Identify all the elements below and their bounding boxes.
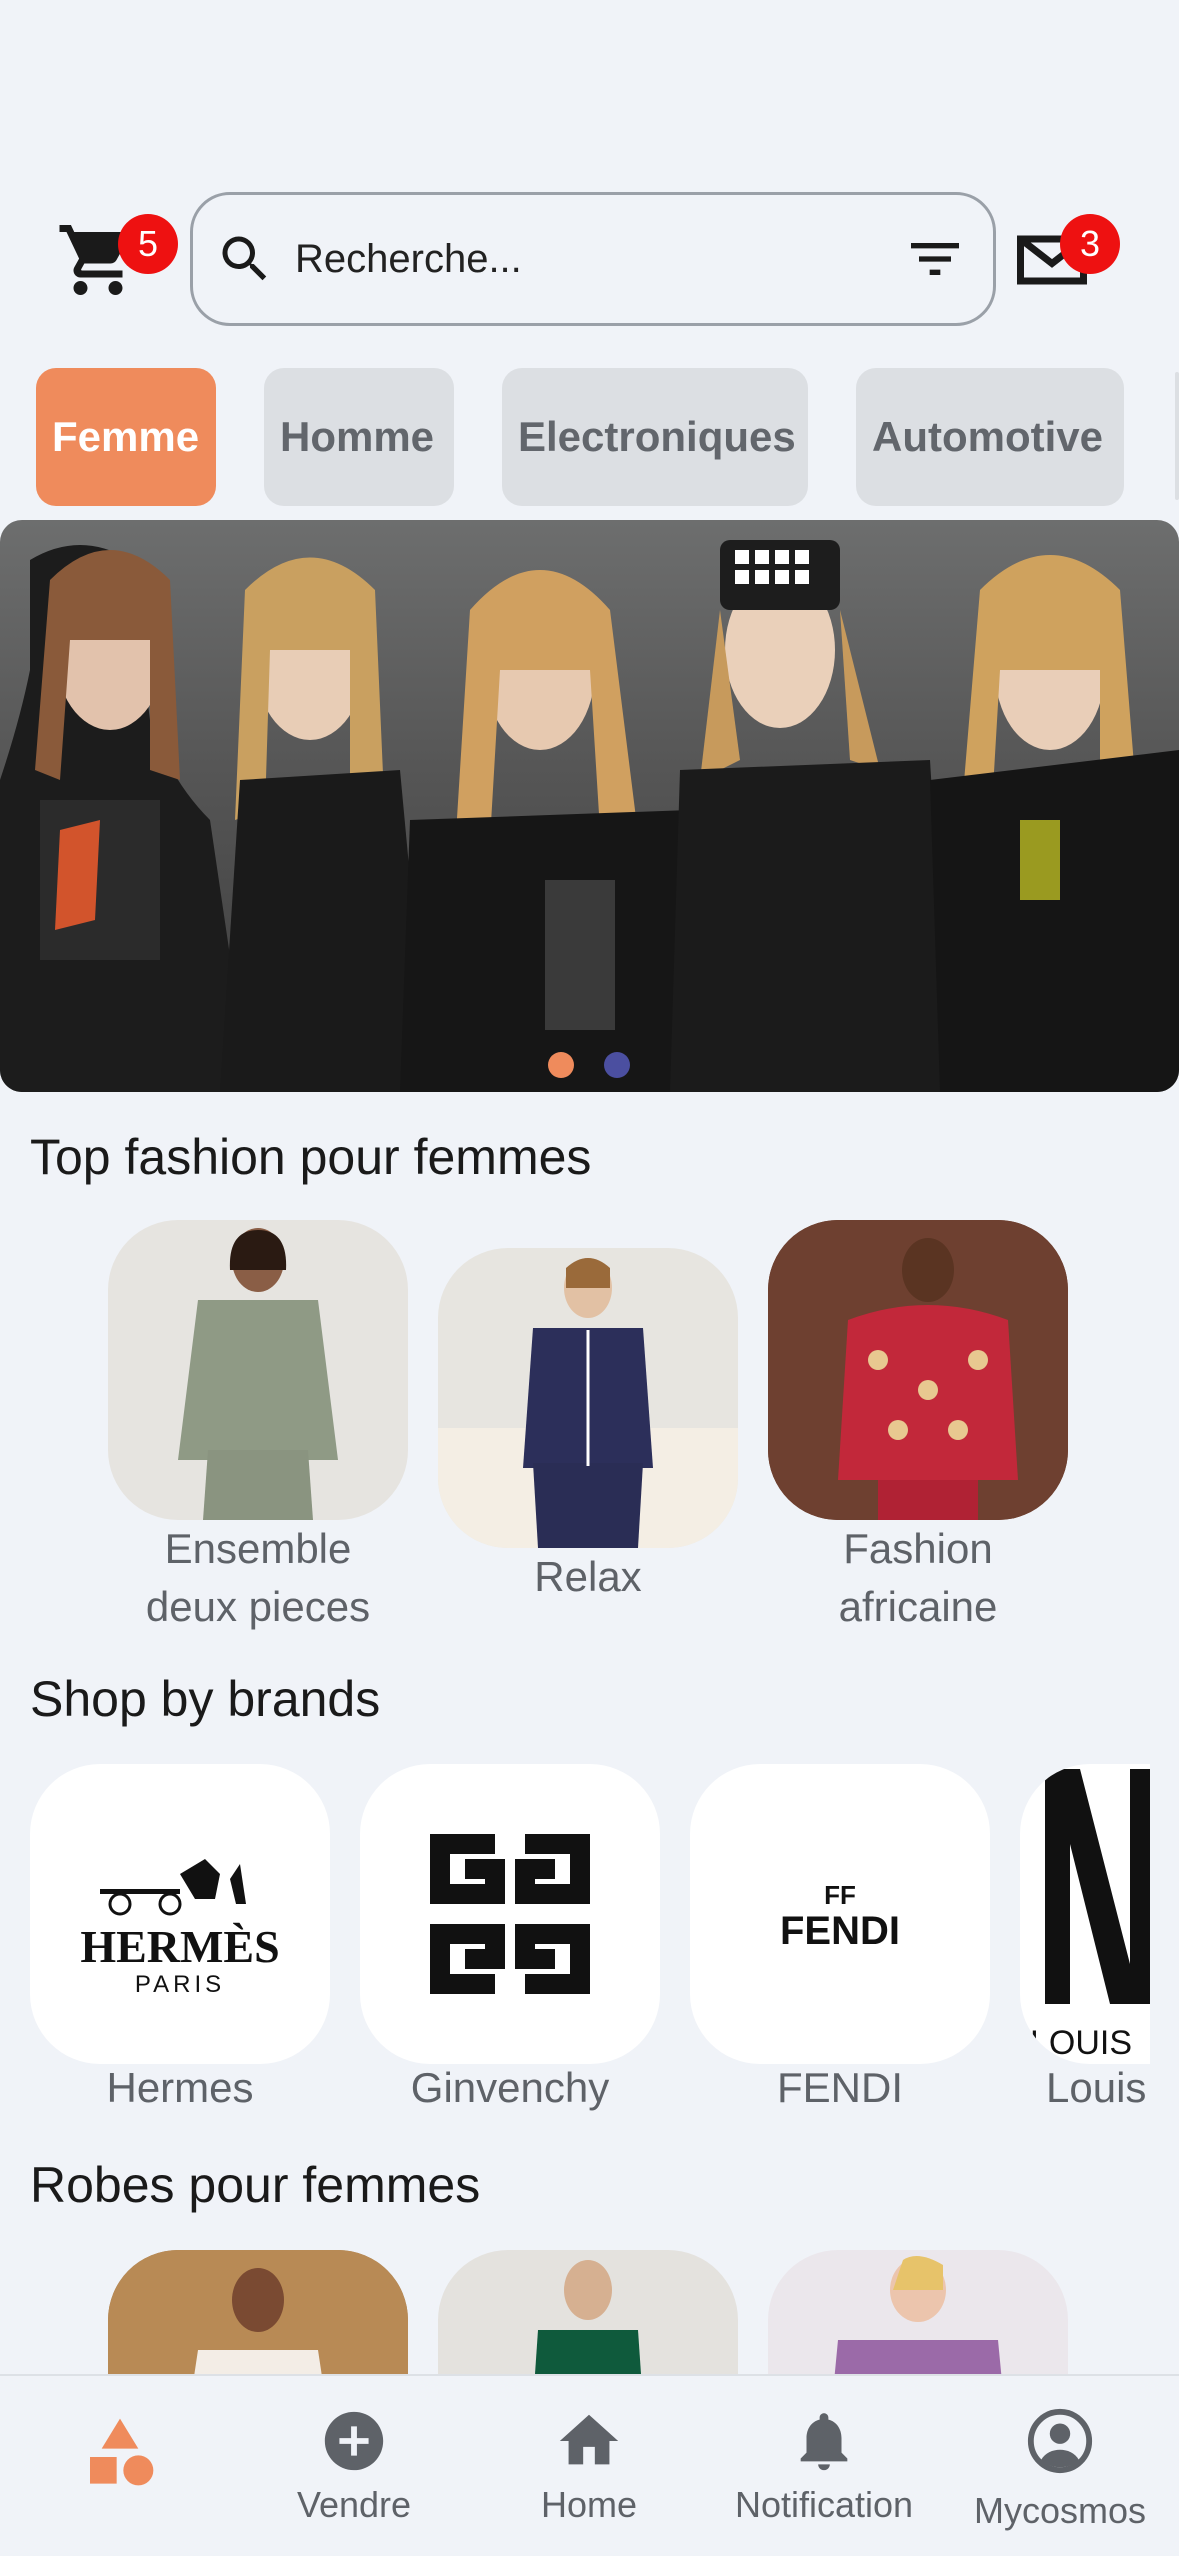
- hermes-logo-subtext: PARIS: [135, 1971, 225, 1998]
- category-tab-femme[interactable]: Femme: [36, 368, 216, 506]
- fashion-tile-africaine[interactable]: [768, 1220, 1068, 1520]
- givenchy-logo: [430, 1834, 590, 1994]
- carousel-dot-active[interactable]: [548, 1052, 574, 1078]
- bell-icon: [800, 2413, 848, 2471]
- category-tab-overflow: [1175, 372, 1179, 500]
- hermes-logo: HERMÈS PARIS: [80, 1859, 280, 1998]
- fendi-logo-mark: FF: [824, 1880, 856, 1910]
- brand-label: Hermes: [106, 2064, 254, 2111]
- nav-label: Home: [540, 2484, 638, 2525]
- fashion-tile-label: Ensemble deux pieces: [108, 1520, 408, 1636]
- hermes-logo-text: HERMÈS: [80, 1921, 279, 1972]
- messages-count-badge: 3: [1060, 214, 1120, 274]
- fashion-tile-relax[interactable]: [438, 1248, 738, 1548]
- account-circle-icon: [1027, 2408, 1093, 2474]
- cart-button[interactable]: 5: [56, 214, 178, 302]
- nav-categories[interactable]: [10, 2412, 230, 2492]
- section-title-dresses: Robes pour femmes: [30, 2157, 481, 2213]
- brand-tile-louis[interactable]: LOUIS: [1020, 1764, 1150, 2064]
- louis-logo: LOUIS: [1030, 1769, 1150, 2062]
- nav-label: Vendre: [296, 2484, 412, 2525]
- label-line: Fashion: [843, 1525, 993, 1572]
- shapes-icon: [90, 2418, 154, 2486]
- section-title-top-fashion: Top fashion pour femmes: [30, 1129, 592, 1185]
- brand-tile-hermes[interactable]: HERMÈS PARIS: [30, 1764, 330, 2064]
- category-tabs: Femme Homme Electroniques Automotive: [36, 368, 1124, 506]
- brand-label: Ginvenchy: [410, 2064, 610, 2111]
- search-input[interactable]: [295, 236, 903, 282]
- nav-notification[interactable]: Notification: [714, 2406, 934, 2526]
- nav-label: Mycosmos: [973, 2490, 1147, 2531]
- category-tab-homme[interactable]: Homme: [264, 368, 454, 506]
- category-tab-automotive[interactable]: Automotive: [856, 368, 1124, 506]
- nav-mycosmos[interactable]: Mycosmos: [950, 2406, 1170, 2532]
- label-line: Ensemble: [164, 1525, 352, 1572]
- relax-image: [438, 1258, 738, 1548]
- nav-label: Notification: [734, 2484, 914, 2525]
- top-bar: 5 3: [0, 190, 1179, 330]
- label-line: africaine: [838, 1583, 998, 1630]
- banner-image: [0, 540, 1179, 1092]
- nav-home[interactable]: Home: [479, 2406, 699, 2526]
- nav-vendre[interactable]: Vendre: [244, 2406, 464, 2526]
- plus-circle-icon: [324, 2411, 384, 2471]
- cart-count-badge: 5: [118, 214, 178, 274]
- fashion-tile-ensemble[interactable]: [108, 1220, 408, 1520]
- search-bar[interactable]: [190, 192, 996, 326]
- search-icon: [222, 236, 267, 281]
- brand-label: FENDI: [777, 2064, 903, 2111]
- home-icon: [559, 2414, 619, 2465]
- brand-tile-fendi[interactable]: FF FENDI: [690, 1764, 990, 2064]
- filter-icon[interactable]: [903, 227, 967, 291]
- brand-label: Louis: [1046, 2064, 1147, 2111]
- bottom-navigation: Vendre Home Notification Mycosmos: [0, 2374, 1179, 2556]
- fendi-logo-text: FENDI: [780, 1909, 900, 1953]
- louis-logo-text: LOUIS: [1030, 2024, 1132, 2062]
- messages-button[interactable]: 3: [1010, 214, 1120, 302]
- fashion-tile-label: Relax: [534, 1553, 642, 1600]
- carousel-dot[interactable]: [604, 1052, 630, 1078]
- fashion-tile-label: Fashion africaine: [768, 1520, 1068, 1636]
- fendi-logo: FF FENDI: [780, 1880, 900, 1953]
- section-title-brands: Shop by brands: [30, 1671, 381, 1727]
- category-tab-electroniques[interactable]: Electroniques: [502, 368, 808, 506]
- promo-banner[interactable]: [0, 520, 1179, 1092]
- brand-tile-givenchy[interactable]: [360, 1764, 660, 2064]
- label-line: deux pieces: [145, 1583, 371, 1630]
- ensemble-image: [178, 1228, 338, 1520]
- africaine-image: [768, 1220, 1068, 1520]
